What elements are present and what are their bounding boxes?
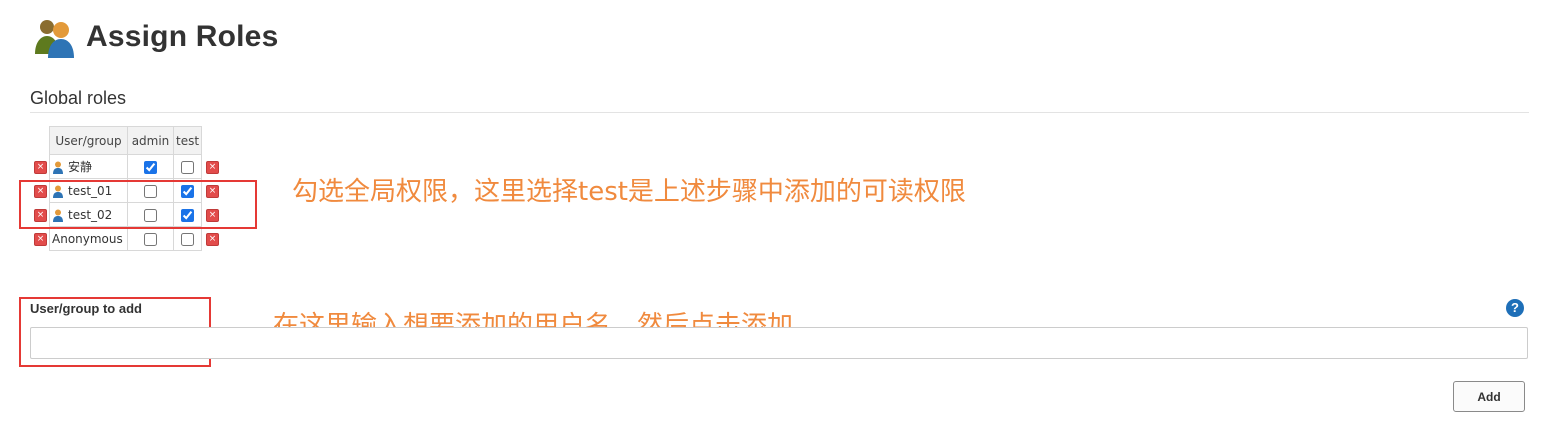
section-title: Global roles bbox=[30, 88, 127, 108]
user-cell: 安静 bbox=[49, 154, 128, 179]
section-divider bbox=[30, 112, 1529, 113]
test-checkbox[interactable] bbox=[181, 160, 195, 174]
annotation-note-roles: 勾选全局权限，这里选择test是上述步骤中添加的可读权限 bbox=[292, 177, 966, 207]
admin-cell bbox=[127, 154, 174, 179]
admin-checkbox[interactable] bbox=[144, 160, 157, 174]
user-name: 安静 bbox=[68, 160, 93, 174]
column-header-admin: admin bbox=[127, 126, 174, 155]
table-header-row: User/group admin test bbox=[49, 126, 203, 155]
users-group-icon bbox=[35, 20, 74, 58]
add-user-input[interactable] bbox=[30, 327, 1528, 359]
delete-icon[interactable]: × bbox=[34, 233, 47, 246]
annotation-box-roles bbox=[19, 180, 257, 229]
table-row: 安静 bbox=[49, 154, 203, 179]
test-cell bbox=[172, 226, 203, 251]
test-cell bbox=[172, 154, 203, 179]
admin-checkbox[interactable] bbox=[144, 232, 157, 246]
add-user-label: User/group to add bbox=[30, 301, 142, 316]
user-name: Anonymous bbox=[52, 231, 123, 246]
test-checkbox[interactable] bbox=[181, 232, 195, 246]
add-button[interactable]: Add bbox=[1453, 381, 1525, 412]
user-cell: Anonymous bbox=[49, 226, 128, 251]
column-header-user-group: User/group bbox=[49, 126, 128, 155]
column-header-test: test bbox=[172, 126, 203, 155]
page-title: Assign Roles bbox=[86, 20, 279, 53]
help-icon[interactable]: ? bbox=[1506, 299, 1524, 317]
page-header: Assign Roles bbox=[32, 12, 278, 62]
delete-icon[interactable]: × bbox=[206, 161, 219, 174]
delete-icon[interactable]: × bbox=[34, 161, 47, 174]
table-row: Anonymous bbox=[49, 226, 203, 251]
admin-cell bbox=[127, 226, 174, 251]
user-icon bbox=[53, 161, 63, 174]
delete-icon[interactable]: × bbox=[206, 233, 219, 246]
